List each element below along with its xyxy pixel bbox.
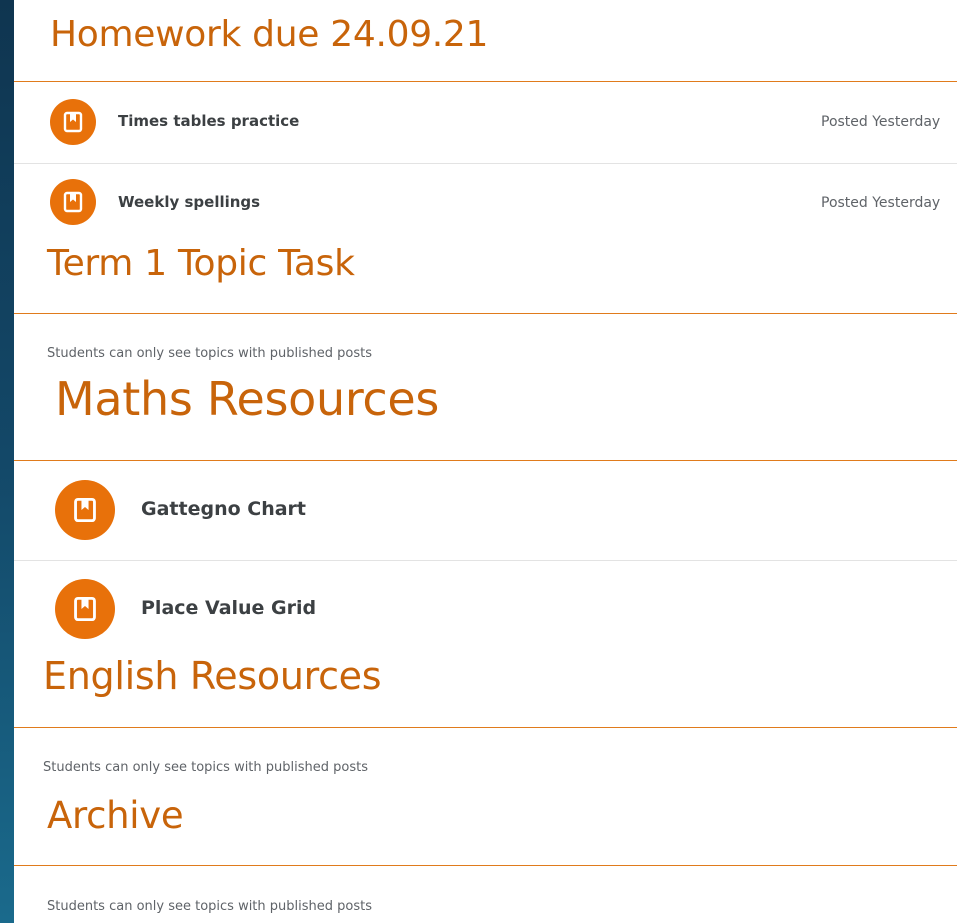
- item-divider: [14, 560, 957, 561]
- item-title[interactable]: Weekly spellings: [118, 193, 260, 211]
- topic-title-english[interactable]: English Resources: [43, 654, 382, 698]
- item-title[interactable]: Times tables practice: [118, 112, 299, 130]
- item-title[interactable]: Place Value Grid: [141, 597, 316, 619]
- topic-divider: [14, 727, 957, 728]
- item-divider: [14, 163, 957, 164]
- empty-topic-note: Students can only see topics with publis…: [47, 346, 372, 361]
- topic-divider: [14, 81, 957, 82]
- empty-topic-note: Students can only see topics with publis…: [47, 899, 372, 914]
- posted-date: Posted Yesterday: [821, 114, 941, 130]
- assignment-icon: [55, 480, 115, 540]
- assignment-icon: [55, 579, 115, 639]
- topic-divider: [14, 865, 957, 866]
- topic-title-maths[interactable]: Maths Resources: [55, 372, 439, 426]
- empty-topic-note: Students can only see topics with publis…: [43, 760, 368, 775]
- topic-title-archive[interactable]: Archive: [47, 794, 184, 837]
- classwork-panel: Homework due 24.09.21 Times tables pract…: [14, 0, 957, 923]
- assignment-icon: [50, 179, 96, 225]
- posted-date: Posted Yesterday: [821, 195, 941, 211]
- topic-title-term1[interactable]: Term 1 Topic Task: [47, 243, 355, 284]
- topic-divider: [14, 460, 957, 461]
- item-title[interactable]: Gattegno Chart: [141, 498, 306, 520]
- topic-title-homework[interactable]: Homework due 24.09.21: [50, 14, 488, 55]
- topic-divider: [14, 313, 957, 314]
- assignment-icon: [50, 99, 96, 145]
